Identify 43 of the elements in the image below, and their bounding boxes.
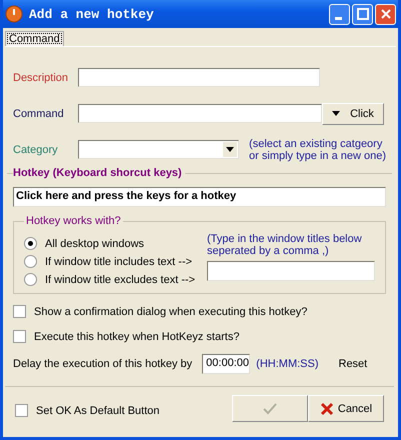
close-icon <box>380 8 392 20</box>
minimize-icon <box>334 16 342 20</box>
hint-text: (select an existing catgeory or simply type in a new one) <box>249 138 386 162</box>
section-title: Hotkey (Keyboard shorcut keys) <box>13 167 185 179</box>
radio-button[interactable] <box>24 273 37 286</box>
checkbox-label: Show a confirmation dialog when executing this hotkey? <box>34 306 308 318</box>
caret-icon <box>332 111 340 116</box>
checkbox[interactable] <box>15 404 28 417</box>
click-button[interactable]: Click <box>322 102 384 124</box>
checkbox-label: Execute this hotkey when HotKeyz starts? <box>34 330 240 342</box>
close-button[interactable] <box>375 4 396 24</box>
tab[interactable]: Command <box>5 31 64 46</box>
radio-button[interactable] <box>24 237 37 250</box>
checkbox[interactable] <box>13 330 26 343</box>
field-label: Category <box>13 144 59 156</box>
combo-box[interactable] <box>78 140 240 159</box>
input-field[interactable] <box>207 261 375 281</box>
app-icon <box>5 5 23 23</box>
input-field[interactable] <box>78 104 322 123</box>
radio-button[interactable] <box>24 255 37 268</box>
checkbox[interactable] <box>13 305 26 318</box>
hint-text: (Type in the window titles below seperated by a comma ,) <box>207 233 363 257</box>
cross-icon <box>320 402 334 416</box>
radio-label: If window title excludes text --> <box>45 274 196 286</box>
cancel-button[interactable]: Cancel <box>308 395 384 422</box>
input-field[interactable] <box>78 68 320 87</box>
window-title: Add a new hotkey <box>29 6 155 22</box>
radio-label: If window title includes text --> <box>45 256 192 268</box>
field-label: Description <box>13 72 70 84</box>
hotkey-field[interactable]: Click here and press the keys for a hotkey <box>13 187 386 207</box>
check-icon <box>262 402 278 416</box>
checkbox-label: Set OK As Default Button <box>36 404 160 416</box>
radio-label: All desktop windows <box>45 238 144 250</box>
field-label: Command <box>13 108 65 120</box>
minimize-button[interactable] <box>329 4 350 24</box>
group-title: Hotkey works with? <box>24 215 123 227</box>
time-field[interactable]: 00:00:00 <box>202 354 250 374</box>
reset-link[interactable]: Reset <box>338 358 368 370</box>
format-hint: (HH:MM:SS) <box>256 358 318 370</box>
maximize-button[interactable] <box>352 4 373 24</box>
delay-label: Delay the execution of this hotkey by <box>13 358 192 370</box>
maximize-icon <box>356 8 368 20</box>
caret-icon <box>226 147 234 152</box>
